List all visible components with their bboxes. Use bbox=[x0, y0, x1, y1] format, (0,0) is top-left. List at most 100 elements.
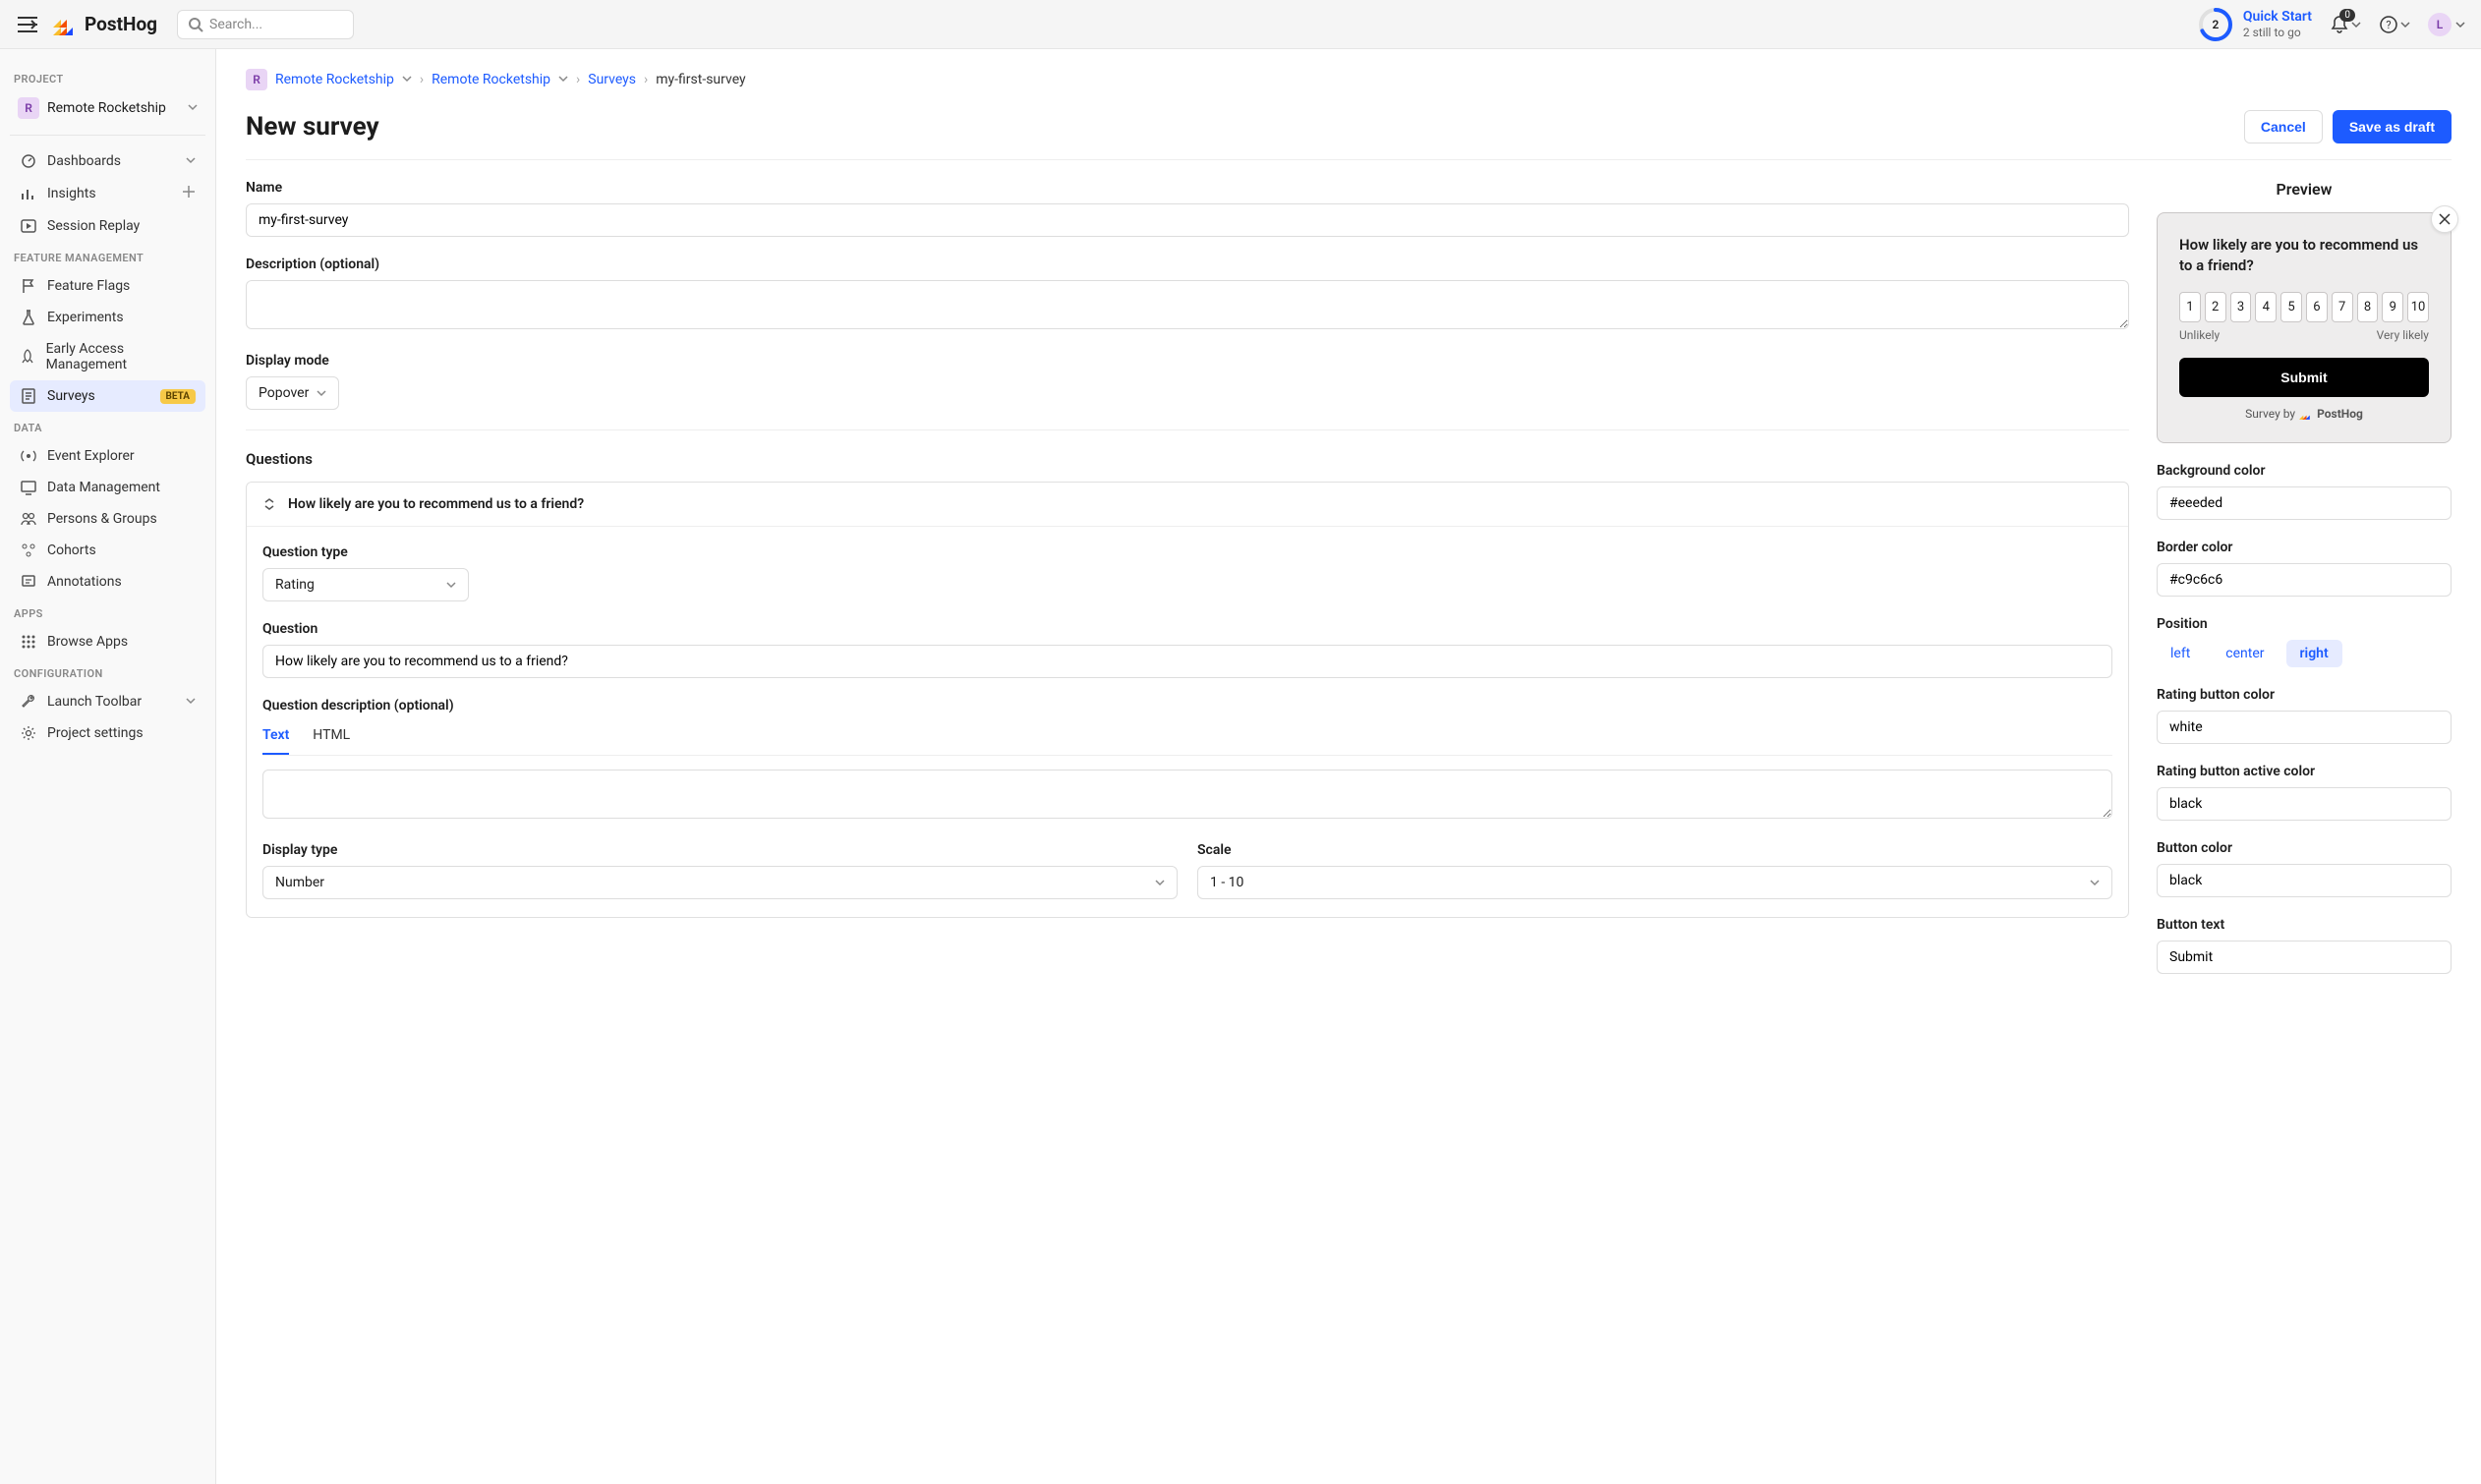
description-input[interactable] bbox=[246, 280, 2129, 329]
breadcrumb-project[interactable]: Remote Rocketship bbox=[432, 72, 550, 87]
preview-submit-button[interactable]: Submit bbox=[2179, 358, 2429, 397]
live-icon bbox=[20, 448, 37, 464]
sidebar-item-dashboards[interactable]: Dashboards bbox=[10, 145, 205, 177]
user-menu[interactable]: L bbox=[2428, 13, 2465, 36]
border-color-input[interactable] bbox=[2157, 563, 2452, 597]
question-header[interactable]: How likely are you to recommend us to a … bbox=[247, 483, 2128, 527]
display-mode-select[interactable]: Popover bbox=[246, 376, 339, 410]
monitor-icon bbox=[20, 480, 37, 495]
questions-heading: Questions bbox=[246, 450, 2129, 468]
question-card: How likely are you to recommend us to a … bbox=[246, 482, 2129, 918]
quickstart-title: Quick Start bbox=[2243, 9, 2312, 26]
rating-6[interactable]: 6 bbox=[2306, 292, 2328, 322]
tab-text[interactable]: Text bbox=[262, 721, 289, 755]
rating-9[interactable]: 9 bbox=[2382, 292, 2403, 322]
note-icon bbox=[20, 574, 37, 590]
tab-html[interactable]: HTML bbox=[313, 721, 350, 755]
chevron-down-icon bbox=[446, 580, 456, 590]
sidebar-apps-heading: APPS bbox=[14, 607, 202, 620]
wrench-icon bbox=[20, 694, 37, 710]
sidebar-item-annotations[interactable]: Annotations bbox=[10, 566, 205, 598]
rating-10[interactable]: 10 bbox=[2407, 292, 2429, 322]
scale-label: Scale bbox=[1197, 842, 2112, 858]
sidebar-item-experiments[interactable]: Experiments bbox=[10, 302, 205, 333]
survey-attribution: Survey by PostHog bbox=[2179, 407, 2429, 421]
question-type-select[interactable]: Rating bbox=[262, 568, 469, 601]
button-text-input[interactable] bbox=[2157, 941, 2452, 974]
position-center[interactable]: center bbox=[2212, 640, 2278, 667]
breadcrumb-section[interactable]: Surveys bbox=[588, 72, 636, 87]
rating-1[interactable]: 1 bbox=[2179, 292, 2201, 322]
sidebar-item-label: Event Explorer bbox=[47, 448, 135, 464]
save-draft-button[interactable]: Save as draft bbox=[2333, 110, 2452, 143]
search-input[interactable]: Search... bbox=[177, 10, 354, 39]
sidebar-item-project-settings[interactable]: Project settings bbox=[10, 717, 205, 749]
sidebar-item-cohorts[interactable]: Cohorts bbox=[10, 535, 205, 566]
bg-color-input[interactable] bbox=[2157, 486, 2452, 520]
preview-heading: Preview bbox=[2157, 180, 2452, 199]
question-type-label: Question type bbox=[262, 544, 2112, 560]
notification-count: 0 bbox=[2339, 9, 2355, 22]
question-input[interactable] bbox=[262, 645, 2112, 678]
rating-btn-color-input[interactable] bbox=[2157, 711, 2452, 744]
brand-text: PostHog bbox=[85, 13, 157, 35]
sidebar-item-session-replay[interactable]: Session Replay bbox=[10, 210, 205, 242]
scale-select[interactable]: 1 - 10 bbox=[1197, 866, 2112, 899]
rating-4[interactable]: 4 bbox=[2255, 292, 2277, 322]
question-desc-input[interactable] bbox=[262, 770, 2112, 819]
sidebar-item-label: Early Access Management bbox=[46, 341, 196, 372]
position-right[interactable]: right bbox=[2286, 640, 2342, 667]
sidebar-item-event-explorer[interactable]: Event Explorer bbox=[10, 440, 205, 472]
flask-icon bbox=[20, 310, 37, 325]
sidebar-item-label: Feature Flags bbox=[47, 278, 130, 294]
rating-2[interactable]: 2 bbox=[2205, 292, 2226, 322]
sidebar-item-data-management[interactable]: Data Management bbox=[10, 472, 205, 503]
cohort-icon bbox=[20, 542, 37, 558]
breadcrumbs: R Remote Rocketship › Remote Rocketship … bbox=[246, 69, 2452, 90]
rating-8[interactable]: 8 bbox=[2357, 292, 2379, 322]
display-mode-value: Popover bbox=[259, 385, 309, 401]
brand-logo[interactable]: PostHog bbox=[53, 13, 157, 35]
chevron-down-icon bbox=[2400, 20, 2410, 29]
sidebar-item-persons-groups[interactable]: Persons & Groups bbox=[10, 503, 205, 535]
rating-3[interactable]: 3 bbox=[2230, 292, 2252, 322]
sidebar-item-label: Data Management bbox=[47, 480, 160, 495]
posthog-icon bbox=[2299, 408, 2313, 420]
play-icon bbox=[20, 218, 37, 234]
project-selector[interactable]: R Remote Rocketship bbox=[10, 91, 205, 125]
rating-btn-active-color-label: Rating button active color bbox=[2157, 764, 2452, 779]
sidebar-item-browse-apps[interactable]: Browse Apps bbox=[10, 626, 205, 657]
display-type-select[interactable]: Number bbox=[262, 866, 1178, 899]
sidebar-item-insights[interactable]: Insights bbox=[10, 177, 205, 210]
sidebar-item-launch-toolbar[interactable]: Launch Toolbar bbox=[10, 686, 205, 717]
posthog-icon bbox=[53, 14, 79, 35]
chevron-down-icon bbox=[186, 696, 196, 706]
display-type-label: Display type bbox=[262, 842, 1178, 858]
button-color-label: Button color bbox=[2157, 840, 2452, 856]
sidebar-item-surveys[interactable]: Surveys BETA bbox=[10, 380, 205, 412]
name-input[interactable] bbox=[246, 203, 2129, 237]
sidebar-item-early-access[interactable]: Early Access Management bbox=[10, 333, 205, 380]
rating-7[interactable]: 7 bbox=[2332, 292, 2353, 322]
position-left[interactable]: left bbox=[2157, 640, 2204, 667]
sidebar-item-label: Surveys bbox=[47, 388, 95, 404]
rating-5[interactable]: 5 bbox=[2280, 292, 2302, 322]
help-button[interactable]: ? bbox=[2379, 15, 2410, 34]
chevron-down-icon[interactable] bbox=[558, 72, 568, 87]
sidebar-item-feature-flags[interactable]: Feature Flags bbox=[10, 270, 205, 302]
breadcrumb-org[interactable]: Remote Rocketship bbox=[275, 72, 394, 87]
plus-icon[interactable] bbox=[182, 185, 196, 202]
cancel-button[interactable]: Cancel bbox=[2244, 110, 2323, 143]
sidebar-item-label: Cohorts bbox=[47, 542, 96, 558]
notifications-button[interactable]: 0 bbox=[2330, 15, 2361, 34]
menu-toggle-icon[interactable] bbox=[16, 13, 39, 36]
survey-icon bbox=[20, 388, 37, 404]
button-color-input[interactable] bbox=[2157, 864, 2452, 897]
chevron-down-icon bbox=[1155, 878, 1165, 887]
preview-close-button[interactable] bbox=[2431, 205, 2458, 233]
chevron-down-icon[interactable] bbox=[402, 72, 412, 87]
close-icon bbox=[2439, 213, 2451, 225]
gear-icon bbox=[20, 725, 37, 741]
rating-btn-active-color-input[interactable] bbox=[2157, 787, 2452, 821]
quickstart-widget[interactable]: 2 Quick Start 2 still to go bbox=[2198, 7, 2312, 42]
